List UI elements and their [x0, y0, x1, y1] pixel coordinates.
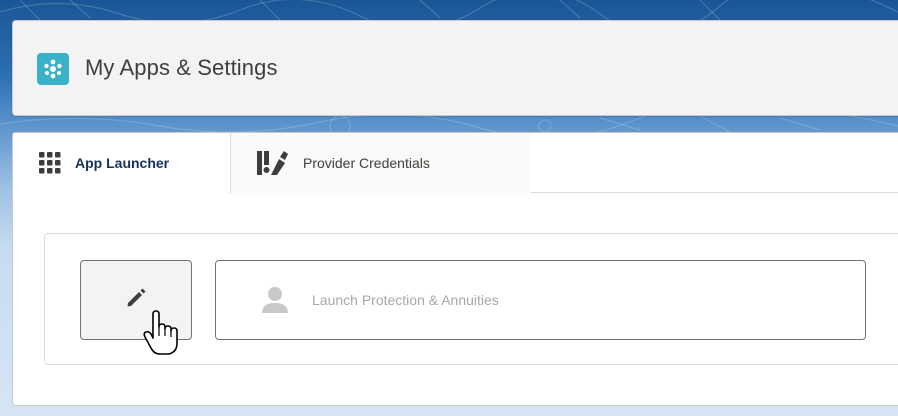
- tab-provider-credentials[interactable]: Provider Credentials: [231, 133, 531, 193]
- tab-bar: App Launcher Provider Credentials: [13, 133, 898, 194]
- tab-label: Provider Credentials: [303, 155, 430, 171]
- app-grid-icon: [39, 152, 61, 174]
- tab-app-launcher[interactable]: App Launcher: [13, 133, 231, 194]
- tab-label: App Launcher: [75, 155, 170, 171]
- pencil-icon: [125, 287, 147, 314]
- person-icon: [260, 285, 290, 315]
- launch-app-label: Launch Protection & Annuities: [312, 292, 499, 308]
- edit-button[interactable]: [80, 260, 192, 340]
- app-logo-icon: [37, 53, 69, 85]
- launch-app-button[interactable]: Launch Protection & Annuities: [215, 260, 866, 340]
- main-panel: App Launcher Provider Credentials Launch…: [12, 132, 898, 406]
- credentials-icon: [257, 149, 289, 177]
- header-card: My Apps & Settings: [12, 20, 898, 116]
- app-launcher-box: Launch Protection & Annuities: [44, 233, 898, 365]
- page-title: My Apps & Settings: [85, 55, 278, 80]
